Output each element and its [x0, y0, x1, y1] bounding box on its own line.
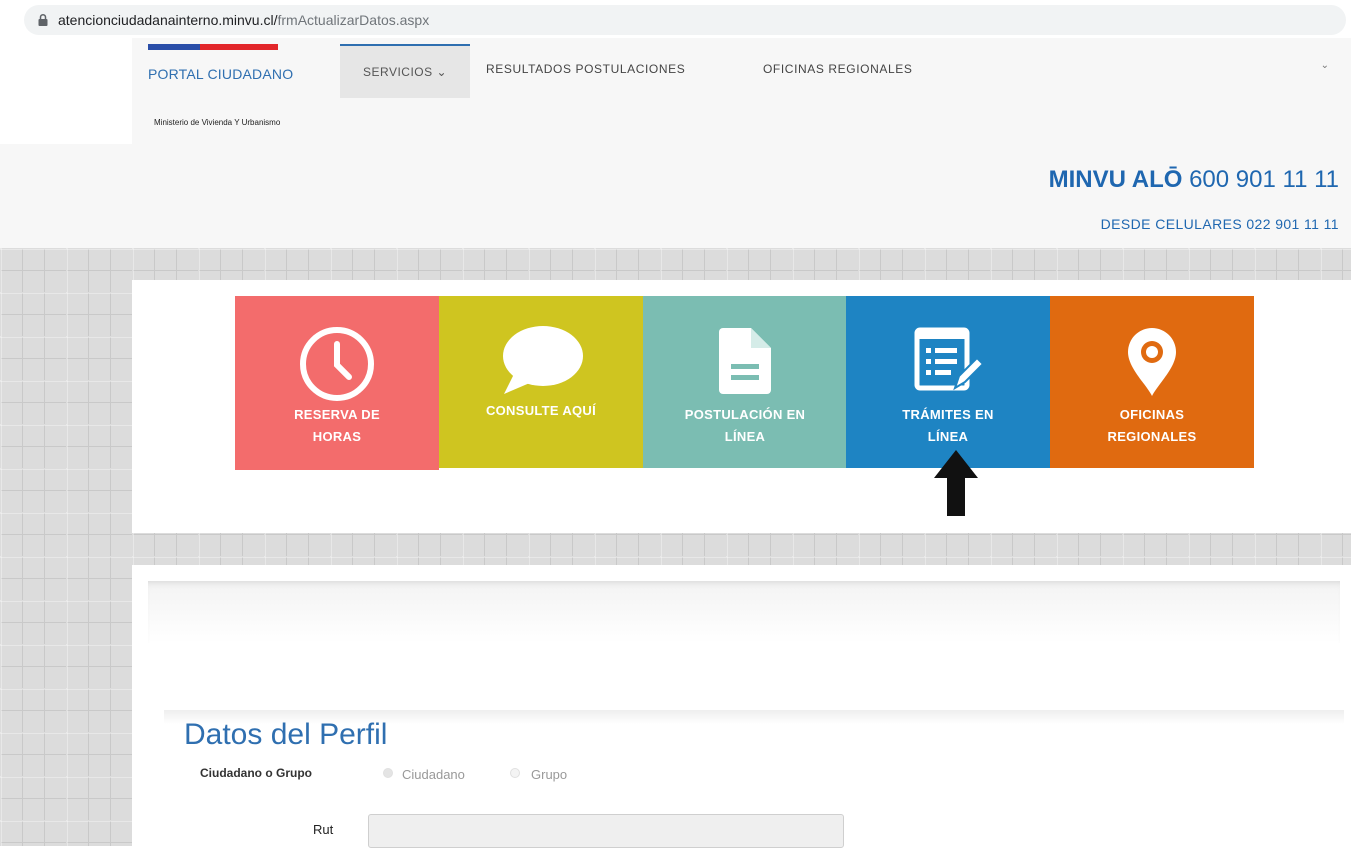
speech-bubble-icon: [503, 326, 583, 394]
tile-label-line-1: RESERVA DE: [294, 407, 380, 422]
url-host: atencionciudadanainterno.minvu.cl/: [58, 12, 278, 28]
nav-servicios-dropdown[interactable]: SERVICIOS ⌄: [340, 44, 470, 98]
tile-label-line-2: LÍNEA: [724, 429, 766, 444]
nav-resultados-postulaciones[interactable]: RESULTADOS POSTULACIONES: [486, 62, 685, 76]
tile-reserva-de-horas[interactable]: RESERVA DE HORAS: [235, 296, 439, 470]
radio-ciudadano[interactable]: [383, 768, 393, 778]
top-navigation: PORTAL CIUDADANO Ministerio de Vivienda …: [132, 38, 1351, 145]
tile-oficinas-regionales[interactable]: OFICINAS REGIONALES: [1050, 296, 1254, 468]
page-title: Datos del Perfil: [184, 718, 388, 751]
map-pin-icon: [1128, 328, 1176, 396]
nav-oficinas-regionales[interactable]: OFICINAS REGIONALES: [763, 62, 912, 76]
minvu-brand: MINVU ALŌ: [1048, 166, 1183, 193]
cell-phone-number: DESDE CELULARES 022 901 11 11: [1100, 216, 1339, 232]
chile-flag-stripe: [148, 44, 278, 50]
radio-grupo-label: Grupo: [531, 767, 568, 782]
tile-label-line-1: OFICINAS: [1119, 407, 1185, 422]
ministry-name: Ministerio de Vivienda Y Urbanismo: [154, 118, 281, 127]
tile-label: CONSULTE AQUÍ: [439, 400, 643, 422]
tile-tramites-en-linea[interactable]: TRÁMITES EN LÍNEA: [846, 296, 1050, 468]
form-edit-icon: [914, 327, 985, 391]
tile-postulacion-en-linea[interactable]: POSTULACIÓN EN LÍNEA: [643, 296, 847, 468]
arrow-up-icon: [934, 450, 978, 516]
clock-icon: [300, 327, 374, 401]
lock-icon: [38, 13, 48, 26]
tile-label-line-1: CONSULTE AQUÍ: [485, 403, 597, 418]
tile-label: RESERVA DE HORAS: [235, 404, 439, 448]
tile-label-line-1: TRÁMITES EN: [902, 407, 994, 422]
tile-consulte-aqui[interactable]: CONSULTE AQUÍ: [439, 296, 643, 468]
url-field[interactable]: atencionciudadanainterno.minvu.cl/frmAct…: [24, 5, 1346, 35]
rut-label: Rut: [313, 822, 334, 837]
radio-ciudadano-label: Ciudadano: [402, 767, 465, 782]
tile-label: OFICINAS REGIONALES: [1050, 404, 1254, 448]
browser-address-bar: atencionciudadanainterno.minvu.cl/frmAct…: [0, 0, 1351, 38]
tile-label-line-2: HORAS: [312, 429, 362, 444]
tile-label-line-2: LÍNEA: [927, 429, 969, 444]
tile-label: POSTULACIÓN EN LÍNEA: [643, 404, 847, 448]
url-path: frmActualizarDatos.aspx: [277, 12, 430, 28]
nav-more-caret[interactable]: ⌄: [1321, 60, 1329, 71]
radio-grupo[interactable]: [510, 768, 520, 778]
url-text: atencionciudadanainterno.minvu.cl/frmAct…: [58, 12, 429, 28]
rut-input[interactable]: [368, 814, 844, 848]
header-area: [0, 144, 1351, 248]
document-icon: [719, 328, 771, 394]
tile-label-line-2: REGIONALES: [1107, 429, 1197, 444]
tile-label-line-1: POSTULACIÓN EN: [684, 407, 806, 422]
portal-ciudadano-link[interactable]: PORTAL CIUDADANO: [148, 66, 293, 82]
section-banner: [148, 581, 1340, 643]
type-label: Ciudadano o Grupo: [200, 766, 312, 780]
minvu-phone: MINVU ALŌ 600 901 11 11: [1049, 166, 1339, 194]
phone-number: 600 901 11 11: [1182, 166, 1339, 193]
tile-label: TRÁMITES EN LÍNEA: [846, 404, 1050, 448]
